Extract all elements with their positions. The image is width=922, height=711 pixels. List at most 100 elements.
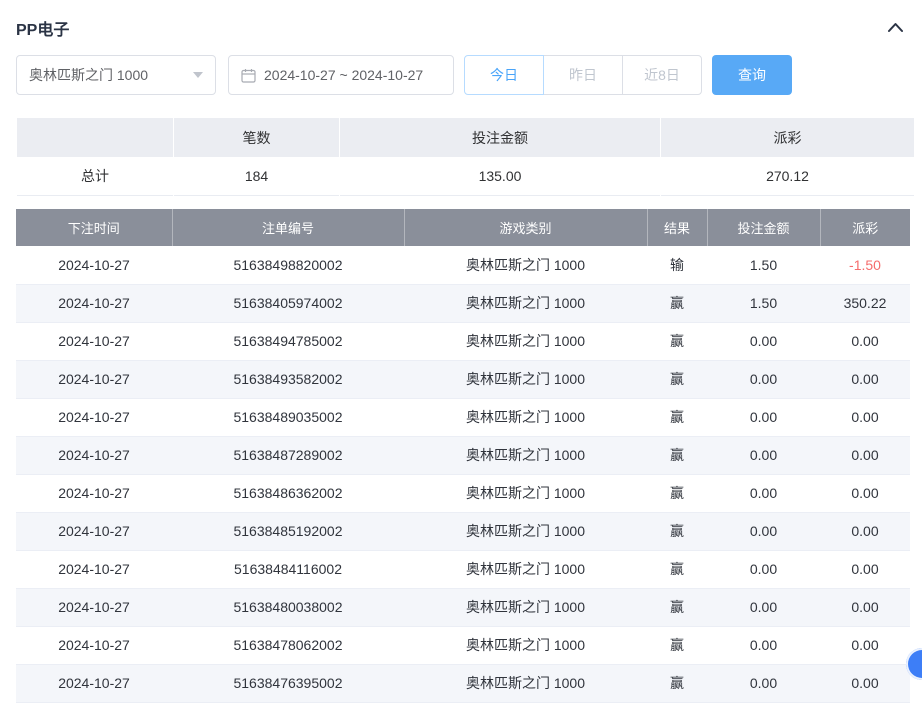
game-type-cell: 奥林匹斯之门 1000 <box>404 626 647 664</box>
bet-time-cell: 2024-10-27 <box>16 474 172 512</box>
summary-total-label: 总计 <box>17 157 173 196</box>
payout-cell: 0.00 <box>820 664 910 702</box>
header-payout: 派彩 <box>820 209 910 246</box>
calendar-icon <box>241 68 256 83</box>
last-8-days-button[interactable]: 近8日 <box>622 55 702 95</box>
header-result: 结果 <box>647 209 707 246</box>
bet-amount-cell: 0.00 <box>707 550 820 588</box>
payout-cell: 0.00 <box>820 626 910 664</box>
bet-amount-cell: 1.50 <box>707 284 820 322</box>
bet-id-cell: 51638476395002 <box>172 664 404 702</box>
game-type-cell: 奥林匹斯之门 1000 <box>404 360 647 398</box>
payout-cell: 0.00 <box>820 436 910 474</box>
bet-id-cell: 51638487289002 <box>172 436 404 474</box>
today-button[interactable]: 今日 <box>464 55 544 95</box>
bet-time-cell: 2024-10-27 <box>16 550 172 588</box>
payout-cell: -1.50 <box>820 246 910 284</box>
summary-total-bet-amount: 135.00 <box>340 157 660 196</box>
table-row: 2024-10-2751638498820002奥林匹斯之门 1000输1.50… <box>16 246 910 284</box>
bet-amount-cell: 0.00 <box>707 588 820 626</box>
query-button[interactable]: 查询 <box>712 55 792 95</box>
bet-time-cell: 2024-10-27 <box>16 512 172 550</box>
bet-amount-cell: 0.00 <box>707 322 820 360</box>
bet-amount-cell: 0.00 <box>707 436 820 474</box>
panel-header: PP电子 <box>16 0 910 55</box>
result-cell: 赢 <box>647 550 707 588</box>
result-cell: 赢 <box>647 398 707 436</box>
date-shortcut-group: 今日 昨日 近8日 <box>464 55 702 95</box>
summary-header-row: 笔数 投注金额 派彩 <box>17 118 914 157</box>
payout-cell: 0.00 <box>820 512 910 550</box>
result-cell: 赢 <box>647 284 707 322</box>
bet-table-body: 2024-10-2751638498820002奥林匹斯之门 1000输1.50… <box>16 246 910 702</box>
bet-amount-cell: 0.00 <box>707 474 820 512</box>
bet-id-cell: 51638494785002 <box>172 322 404 360</box>
pp-electronic-panel: PP电子 奥林匹斯之门 1000 2024-10-27 ~ 2024-10-27… <box>0 0 922 711</box>
bet-id-cell: 51638485192002 <box>172 512 404 550</box>
bet-time-cell: 2024-10-27 <box>16 436 172 474</box>
bet-amount-cell: 0.00 <box>707 360 820 398</box>
bet-time-cell: 2024-10-27 <box>16 284 172 322</box>
bet-amount-cell: 1.50 <box>707 246 820 284</box>
result-cell: 赢 <box>647 474 707 512</box>
bet-id-cell: 51638478062002 <box>172 626 404 664</box>
table-row: 2024-10-2751638486362002奥林匹斯之门 1000赢0.00… <box>16 474 910 512</box>
game-type-cell: 奥林匹斯之门 1000 <box>404 398 647 436</box>
table-row: 2024-10-2751638487289002奥林匹斯之门 1000赢0.00… <box>16 436 910 474</box>
summary-total-payout: 270.12 <box>661 157 914 196</box>
bet-time-cell: 2024-10-27 <box>16 588 172 626</box>
chevron-down-icon <box>193 72 203 78</box>
header-bet-amount: 投注金额 <box>707 209 820 246</box>
page-title: PP电子 <box>16 16 69 40</box>
payout-cell: 350.22 <box>820 284 910 322</box>
table-row: 2024-10-2751638493582002奥林匹斯之门 1000赢0.00… <box>16 360 910 398</box>
summary-header-payout: 派彩 <box>661 118 914 157</box>
game-type-cell: 奥林匹斯之门 1000 <box>404 246 647 284</box>
result-cell: 输 <box>647 246 707 284</box>
game-type-cell: 奥林匹斯之门 1000 <box>404 550 647 588</box>
filter-bar: 奥林匹斯之门 1000 2024-10-27 ~ 2024-10-27 今日 昨… <box>16 55 910 95</box>
date-range-input[interactable]: 2024-10-27 ~ 2024-10-27 <box>228 55 454 95</box>
table-row: 2024-10-2751638485192002奥林匹斯之门 1000赢0.00… <box>16 512 910 550</box>
header-game-type: 游戏类别 <box>404 209 647 246</box>
result-cell: 赢 <box>647 588 707 626</box>
bet-id-cell: 51638486362002 <box>172 474 404 512</box>
table-row: 2024-10-2751638405974002奥林匹斯之门 1000赢1.50… <box>16 284 910 322</box>
date-range-value: 2024-10-27 ~ 2024-10-27 <box>264 67 423 83</box>
table-row: 2024-10-2751638478062002奥林匹斯之门 1000赢 0.00… <box>16 626 910 664</box>
table-row: 2024-10-2751638494785002奥林匹斯之门 1000赢0.00… <box>16 322 910 360</box>
game-type-cell: 奥林匹斯之门 1000 <box>404 436 647 474</box>
game-type-cell: 奥林匹斯之门 1000 <box>404 474 647 512</box>
result-cell: 赢 <box>647 322 707 360</box>
chevron-up-icon[interactable] <box>887 22 904 33</box>
bet-time-cell: 2024-10-27 <box>16 360 172 398</box>
bet-id-cell: 51638489035002 <box>172 398 404 436</box>
bet-id-cell: 51638405974002 <box>172 284 404 322</box>
summary-header-bet-amount: 投注金额 <box>340 118 660 157</box>
payout-cell: 0.00 <box>820 322 910 360</box>
bet-records-table: 下注时间 注单编号 游戏类别 结果 投注金额 派彩 2024-10-275163… <box>16 209 910 703</box>
bet-id-cell: 51638484116002 <box>172 550 404 588</box>
bet-time-cell: 2024-10-27 <box>16 626 172 664</box>
game-type-cell: 奥林匹斯之门 1000 <box>404 664 647 702</box>
bet-id-cell: 51638480038002 <box>172 588 404 626</box>
bet-time-cell: 2024-10-27 <box>16 664 172 702</box>
game-select-value: 奥林匹斯之门 1000 <box>29 65 148 85</box>
payout-cell: 0.00 <box>820 398 910 436</box>
bet-amount-cell: 0.00 <box>707 664 820 702</box>
bet-time-cell: 2024-10-27 <box>16 246 172 284</box>
summary-total-row: 总计 184 135.00 270.12 <box>17 157 914 196</box>
payout-cell: 0.00 <box>820 550 910 588</box>
game-type-cell: 奥林匹斯之门 1000 <box>404 588 647 626</box>
payout-cell: 0.00 <box>820 360 910 398</box>
summary-header-count: 笔数 <box>174 118 339 157</box>
bet-id-cell: 51638493582002 <box>172 360 404 398</box>
result-cell: 赢 <box>647 436 707 474</box>
game-select[interactable]: 奥林匹斯之门 1000 <box>16 55 216 95</box>
yesterday-button[interactable]: 昨日 <box>543 55 623 95</box>
game-type-cell: 奥林匹斯之门 1000 <box>404 512 647 550</box>
table-row: 2024-10-2751638484116002奥林匹斯之门 1000赢0.00… <box>16 550 910 588</box>
result-cell: 赢 <box>647 626 707 664</box>
game-type-cell: 奥林匹斯之门 1000 <box>404 284 647 322</box>
summary-table: 笔数 投注金额 派彩 总计 184 135.00 270.12 <box>16 118 915 196</box>
